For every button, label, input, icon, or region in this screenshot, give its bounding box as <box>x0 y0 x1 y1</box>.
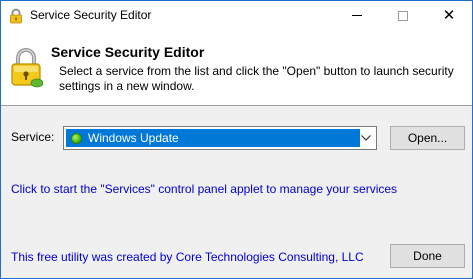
minimize-button[interactable] <box>334 1 380 30</box>
service-selected-item[interactable]: Windows Update <box>66 129 360 147</box>
padlock-icon <box>9 46 44 88</box>
window-title: Service Security Editor <box>30 8 152 22</box>
chevron-down-icon[interactable] <box>360 132 372 144</box>
maximize-icon <box>398 10 408 21</box>
open-button[interactable]: Open... <box>390 126 465 150</box>
running-status-icon <box>71 132 82 144</box>
app-window: Service Security Editor ✕ Service Securi… <box>0 0 473 279</box>
close-button[interactable]: ✕ <box>426 1 472 30</box>
close-icon: ✕ <box>442 7 456 24</box>
minimize-icon <box>352 15 362 16</box>
credit-link[interactable]: This free utility was created by Core Te… <box>11 250 364 264</box>
maximize-button[interactable] <box>380 1 426 30</box>
service-dropdown[interactable]: Windows Update <box>63 126 377 150</box>
services-applet-link[interactable]: Click to start the "Services" control pa… <box>11 182 397 196</box>
lock-icon <box>8 8 24 24</box>
header-band: Service Security Editor Select a service… <box>1 31 472 106</box>
service-label: Service: <box>11 130 55 144</box>
service-selected-label: Windows Update <box>88 131 179 145</box>
header-title: Service Security Editor <box>51 44 205 60</box>
title-bar[interactable]: Service Security Editor ✕ <box>1 1 472 31</box>
header-description: Select a service from the list and click… <box>59 64 454 93</box>
done-button[interactable]: Done <box>390 244 465 268</box>
